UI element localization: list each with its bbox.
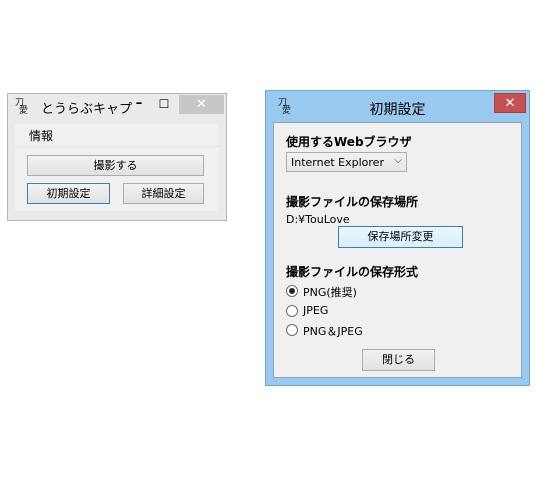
detail-settings-button[interactable]: 詳細設定: [123, 183, 204, 204]
browser-select[interactable]: Internet Explorer ⌵: [286, 152, 407, 172]
browser-heading: 使用するWebブラウザ: [286, 135, 412, 149]
initial-settings-button[interactable]: 初期設定: [27, 183, 110, 204]
save-format-heading: 撮影ファイルの保存形式: [286, 265, 419, 279]
app-logo-glyph-2: 愛: [19, 106, 29, 116]
radio-label-jpeg: JPEG: [303, 304, 329, 317]
menu-bar: 情報: [15, 124, 219, 147]
chevron-down-icon: ⌵: [394, 155, 402, 166]
main-titlebar[interactable]: 刀 愛 とうらぶキャプ – ☐ ✕: [8, 94, 226, 118]
minimize-button[interactable]: –: [129, 96, 149, 114]
main-window: 刀 愛 とうらぶキャプ – ☐ ✕ 情報 撮影する 初期設定 詳細設定: [7, 93, 227, 221]
maximize-button[interactable]: ☐: [154, 96, 174, 114]
change-location-button[interactable]: 保存場所変更: [338, 226, 463, 248]
radio-png[interactable]: [286, 285, 298, 297]
save-location-heading: 撮影ファイルの保存場所: [286, 195, 419, 209]
menu-item-info[interactable]: 情報: [29, 127, 53, 144]
radio-label-png: PNG(推奨): [303, 286, 357, 299]
main-window-title: とうらぶキャプ: [41, 102, 133, 117]
radio-png-jpeg[interactable]: [286, 324, 298, 336]
radio-label-png-jpeg: PNG＆JPEG: [303, 325, 363, 338]
dialog-close-button[interactable]: ✕: [494, 93, 526, 113]
app-logo-icon: 刀 愛: [15, 99, 29, 116]
close-dialog-button[interactable]: 閉じる: [362, 349, 435, 371]
shoot-button[interactable]: 撮影する: [27, 155, 204, 176]
settings-dialog-title: 初期設定: [369, 102, 426, 118]
close-button[interactable]: ✕: [179, 95, 224, 114]
save-location-value: D:¥TouLove: [286, 213, 350, 226]
settings-client-area: 使用するWebブラウザ Internet Explorer ⌵ 撮影ファイルの保…: [273, 122, 522, 378]
settings-dialog: 刀 愛 初期設定 ✕ 使用するWebブラウザ Internet Explorer…: [265, 90, 530, 386]
browser-select-value: Internet Explorer: [291, 156, 384, 169]
radio-jpeg[interactable]: [286, 305, 298, 317]
